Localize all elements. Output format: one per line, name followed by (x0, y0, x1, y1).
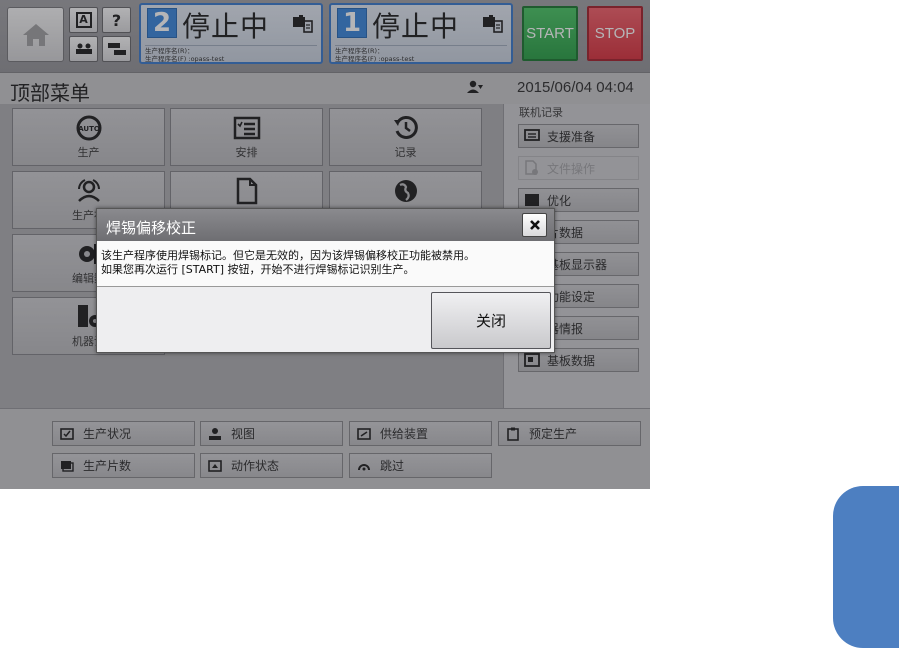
dialog-message-line: 如果您再次运行 [START] 按钮，开始不进行焊锡标记识别生产。 (101, 263, 415, 276)
side-tab[interactable] (833, 486, 899, 648)
dialog-header: 焊锡偏移校正 (97, 209, 554, 241)
close-icon (529, 220, 540, 230)
dialog-close-action-button[interactable]: 关闭 (431, 292, 551, 349)
dialog-title: 焊锡偏移校正 (106, 219, 197, 237)
app-window: A ? 2 停止中 生产程序名(R)： 生产程序名(F) :opass-test… (0, 0, 650, 489)
dialog-close-button[interactable] (522, 213, 547, 237)
dialog-message-line: 该生产程序使用焊锡标记。但它是无效的，因为该焊锡偏移校正功能被禁用。 (101, 249, 475, 262)
solder-offset-dialog: 焊锡偏移校正 该生产程序使用焊锡标记。但它是无效的，因为该焊锡偏移校正功能被禁用… (96, 208, 555, 353)
dialog-message: 该生产程序使用焊锡标记。但它是无效的，因为该焊锡偏移校正功能被禁用。 如果您再次… (97, 241, 554, 287)
